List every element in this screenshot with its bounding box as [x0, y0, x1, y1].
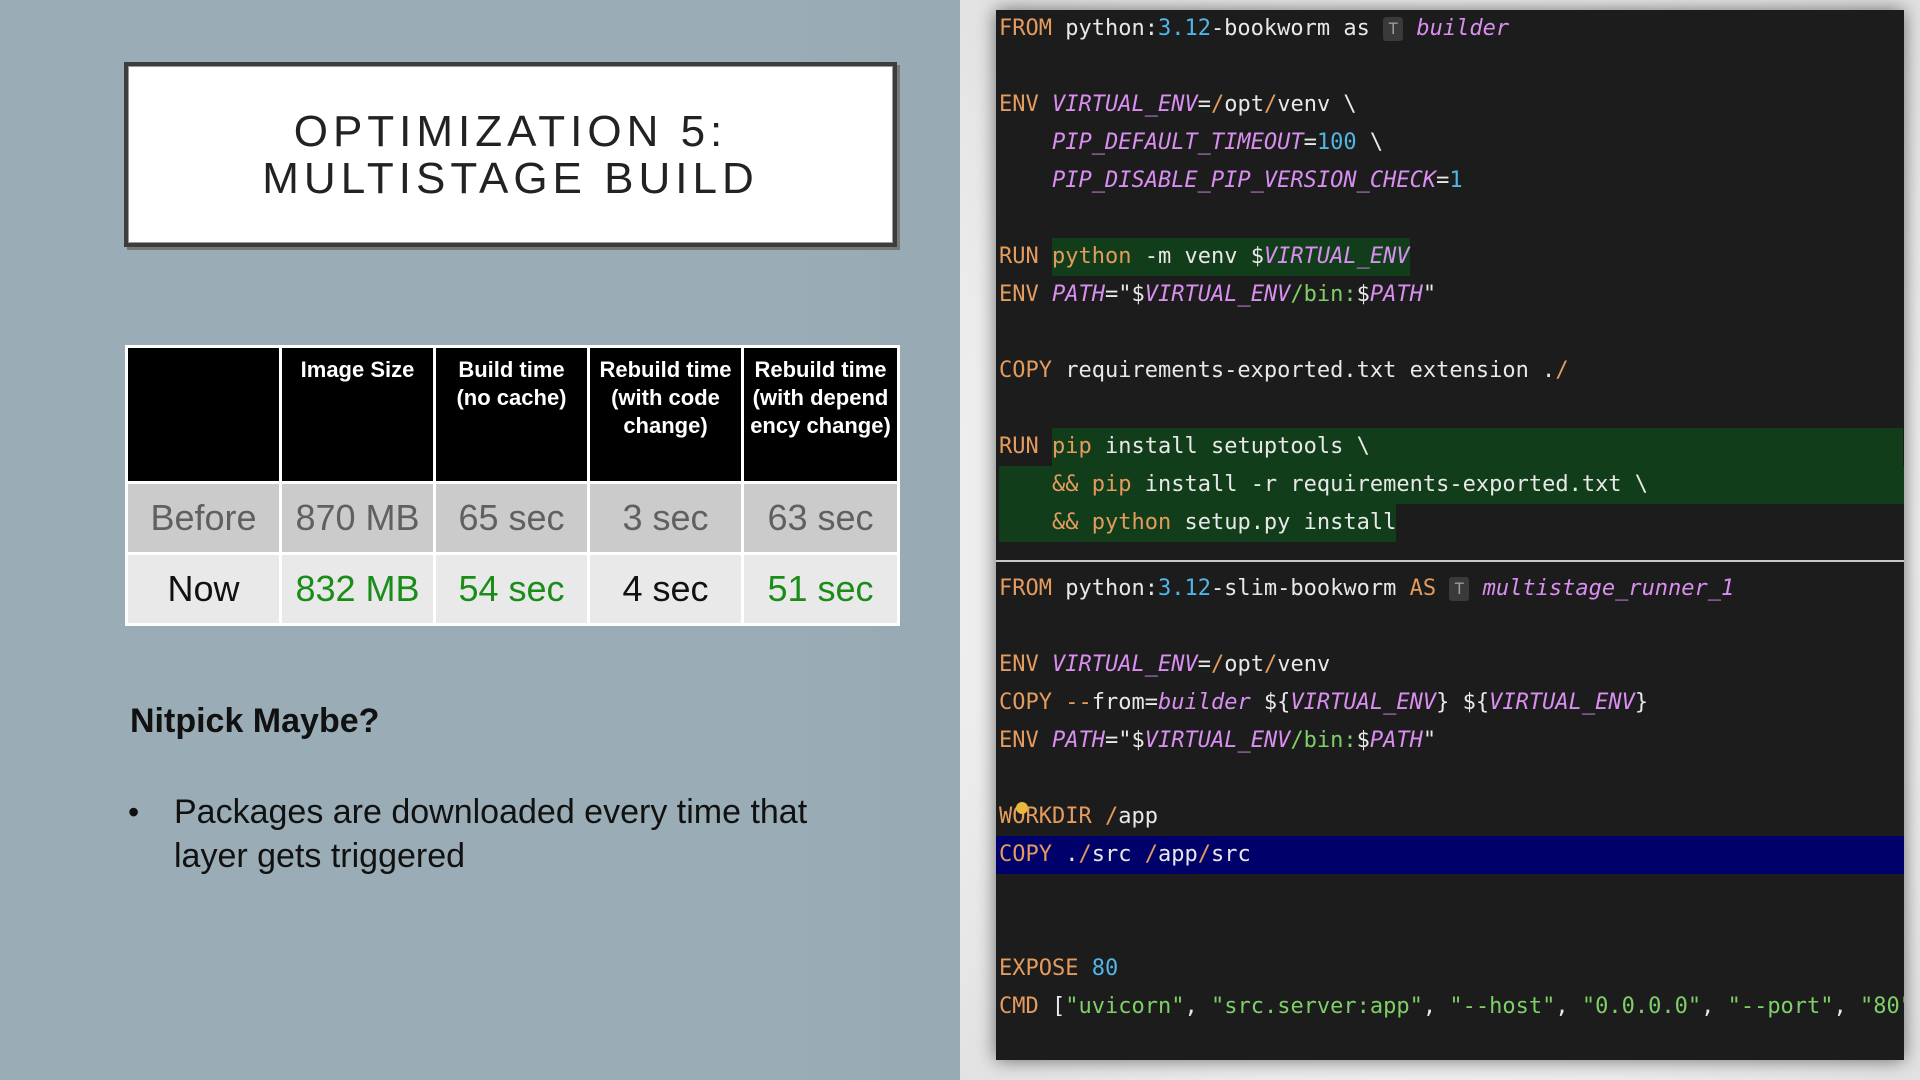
code-line-4: PIP_DEFAULT_TIMEOUT=100 \ — [1051, 130, 1384, 155]
table-header-rebuild-code: Rebuild time (with code change) — [587, 345, 744, 484]
code-line-23-selected: COPY ./src /app/src — [996, 836, 1904, 874]
table-cell-improved: 54 sec — [433, 552, 590, 626]
tag-icon: T — [1383, 17, 1404, 41]
code-line-18: ENV VIRTUAL_ENV=/opt/venv — [999, 652, 1331, 677]
code-line-14: && python setup.py install — [996, 504, 1904, 542]
slide-title-line-2: MULTISTAGE BUILD — [262, 153, 759, 203]
bullet-text: Packages are downloaded every time that … — [174, 793, 808, 875]
code-line-12: RUN pip install setuptools \ — [996, 428, 1904, 466]
code-line-13: && pip install -r requirements-exported.… — [996, 466, 1904, 504]
code-line-26: EXPOSE 80 — [999, 956, 1119, 981]
table-header-build-time: Build time (no cache) — [433, 345, 590, 484]
table-cell: 4 sec — [587, 552, 744, 626]
mouse-cursor-icon — [1016, 802, 1028, 814]
stage-separator — [996, 560, 1904, 562]
code-line-22: WORKDIR /app — [999, 802, 1158, 829]
code-line-5: PIP_DISABLE_PIP_VERSION_CHECK=1 — [1051, 168, 1463, 193]
table-header-image-size: Image Size — [279, 345, 436, 484]
table-cell-row-label: Now — [125, 552, 282, 626]
slide-title-line-1: OPTIMIZATION 5: — [293, 106, 728, 156]
table-header-corner — [125, 345, 282, 484]
table-cell-improved: 832 MB — [279, 552, 436, 626]
code-line-20: ENV PATH="$VIRTUAL_ENV/bin:$PATH" — [999, 728, 1437, 753]
bullet-item: • Packages are downloaded every time tha… — [128, 790, 888, 878]
table-row-before: Before 870 MB 65 sec 3 sec 63 sec — [125, 481, 900, 555]
table-cell-row-label: Before — [125, 481, 282, 555]
tag-icon: T — [1449, 577, 1470, 601]
subheading: Nitpick Maybe? — [130, 702, 380, 740]
code-line-1: FROM python:3.12-bookworm as T builder — [999, 16, 1510, 41]
code-editor[interactable]: FROM python:3.12-bookworm as T builder E… — [996, 10, 1904, 1060]
table-cell: 65 sec — [433, 481, 590, 555]
slide-title-box: OPTIMIZATION 5: MULTISTAGE BUILD — [124, 62, 897, 247]
code-line-27: CMD ["uvicorn", "src.server:app", "--hos… — [999, 994, 1904, 1019]
bullet-icon: • — [128, 794, 140, 830]
table-header-row: Image Size Build time (no cache) Rebuild… — [125, 345, 900, 484]
dockerfile-code: FROM python:3.12-bookworm as T builder E… — [996, 10, 1904, 1026]
table-cell: 63 sec — [741, 481, 900, 555]
table-row-now: Now 832 MB 54 sec 4 sec 51 sec — [125, 552, 900, 626]
code-line-10: COPY requirements-exported.txt extension… — [999, 358, 1569, 383]
comparison-table: Image Size Build time (no cache) Rebuild… — [125, 345, 900, 626]
code-line-19: COPY --from=builder ${VIRTUAL_ENV} ${VIR… — [999, 690, 1649, 715]
table-cell: 3 sec — [587, 481, 744, 555]
code-line-8: ENV PATH="$VIRTUAL_ENV/bin:$PATH" — [999, 282, 1437, 307]
code-line-3: ENV VIRTUAL_ENV=/opt/venv \ — [999, 92, 1357, 117]
table-cell-improved: 51 sec — [741, 552, 900, 626]
code-line-16: FROM python:3.12-slim-bookworm AS T mult… — [999, 576, 1735, 601]
table-cell: 870 MB — [279, 481, 436, 555]
code-line-7: RUN python -m venv $VIRTUAL_ENV — [996, 238, 1904, 276]
table-header-rebuild-deps: Rebuild time (with dependency change) — [741, 345, 900, 484]
